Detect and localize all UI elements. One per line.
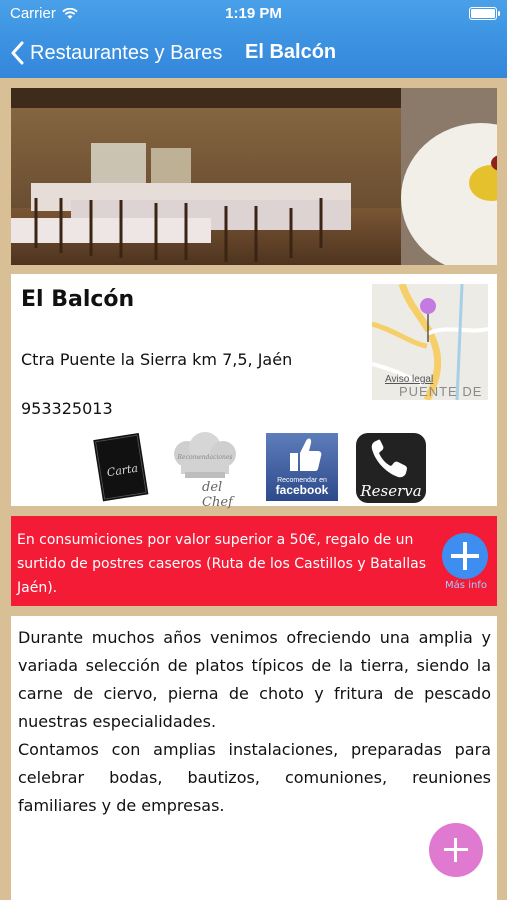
restaurant-name: El Balcón xyxy=(21,287,135,312)
facebook-brand-label: facebook xyxy=(275,483,329,498)
description-card: Durante muchos años venimos ofreciendo u… xyxy=(11,616,497,900)
back-label: Restaurantes y Bares xyxy=(30,41,223,64)
phone-icon xyxy=(371,439,407,478)
reserva-label: Reserva xyxy=(360,482,422,500)
promotion-text: En consumiciones por valor superior a 50… xyxy=(17,532,426,596)
menu-carta-button[interactable]: Carta xyxy=(86,432,158,504)
description-text: Durante muchos años venimos ofreciendo u… xyxy=(18,624,491,820)
back-button[interactable]: Restaurantes y Bares xyxy=(10,38,222,68)
restaurant-address[interactable]: Ctra Puente la Sierra km 7,5, Jaén xyxy=(21,350,292,369)
restaurant-phone[interactable]: 953325013 xyxy=(21,399,113,418)
chef-recommendations-button[interactable]: Recomendaciones del Chef xyxy=(169,432,241,510)
facebook-label: Recomendar en facebook xyxy=(266,477,338,497)
thumbs-up-icon xyxy=(290,438,322,471)
chef-label-line1: Recomendaciones xyxy=(177,454,233,461)
description-paragraph: Durante muchos años venimos ofreciendo u… xyxy=(18,628,491,731)
add-fab-button[interactable] xyxy=(429,823,483,877)
restaurant-photo xyxy=(11,88,497,265)
clock: 1:19 PM xyxy=(225,5,282,22)
page-title: El Balcón xyxy=(245,41,337,63)
map-thumbnail[interactable]: Aviso legal PUENTE DE xyxy=(372,284,488,400)
promotion-banner: En consumiciones por valor superior a 50… xyxy=(11,516,497,606)
chevron-left-icon xyxy=(11,41,24,65)
restaurant-info-card: El Balcón Ctra Puente la Sierra km 7,5, … xyxy=(11,274,497,510)
status-bar: Carrier 1:19 PM xyxy=(0,0,507,30)
more-info-button[interactable] xyxy=(442,533,488,579)
navigation-bar: Restaurantes y Bares El Balcón xyxy=(0,30,507,78)
facebook-recommend-button[interactable]: Recomendar en facebook xyxy=(266,433,338,501)
battery-icon xyxy=(469,7,500,20)
more-info-label: Más info xyxy=(445,580,487,591)
description-paragraph: Contamos con amplias instalaciones, prep… xyxy=(18,740,491,815)
chef-label-line2: del Chef xyxy=(202,480,233,510)
reserve-call-button[interactable]: Reserva xyxy=(356,433,426,503)
map-place-label: PUENTE DE xyxy=(399,384,483,399)
menu-card-icon: Carta xyxy=(93,432,149,502)
